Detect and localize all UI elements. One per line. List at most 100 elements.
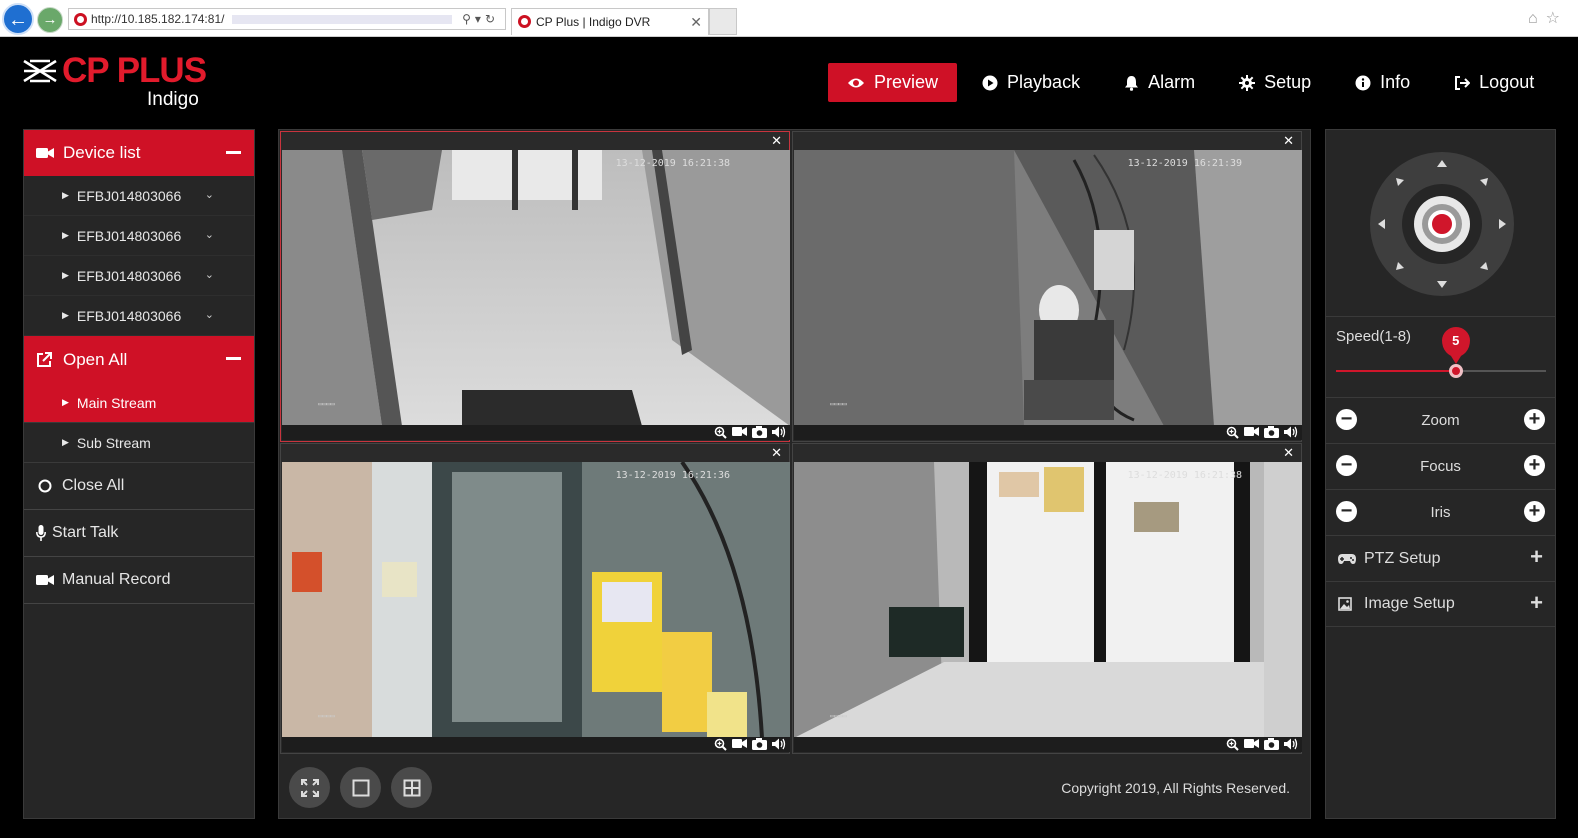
expand-plus-icon[interactable]: + xyxy=(1530,544,1543,570)
audio-icon[interactable] xyxy=(1284,426,1298,438)
ptz-joystick[interactable] xyxy=(1368,150,1516,298)
cell-toolbar xyxy=(794,425,1302,440)
camera-feed[interactable]: 13-12-2019 16:21:38 ▭▭▭▭ xyxy=(794,462,1302,738)
bell-icon xyxy=(1124,75,1139,91)
iris-label: Iris xyxy=(1430,504,1451,521)
video-cell[interactable]: ✕ 13-12-2019 16:21:38 ▭▭▭▭ xyxy=(792,443,1302,754)
main-stream-label: Main Stream xyxy=(76,394,157,411)
address-tools-icon[interactable]: ⚲▾↻ xyxy=(462,9,499,29)
caret-right-icon: ▶ xyxy=(62,270,69,280)
zoom-icon[interactable] xyxy=(1226,738,1239,751)
microphone-icon xyxy=(36,525,46,541)
focus-plus-button[interactable]: + xyxy=(1524,455,1545,476)
nav-setup-label: Setup xyxy=(1264,72,1312,92)
nav-logout[interactable]: Logout xyxy=(1435,63,1553,102)
video-camera-icon xyxy=(36,574,54,586)
quad-layout-button[interactable] xyxy=(391,767,432,808)
speed-label: Speed(1-8) xyxy=(1336,328,1412,345)
video-cell[interactable]: ✕ 13-12-2019 16:21:36 ▭▭▭▭ xyxy=(280,443,790,754)
snapshot-icon[interactable] xyxy=(752,738,767,750)
cell-toolbar xyxy=(282,737,790,752)
speed-value-bubble: 5 xyxy=(1441,327,1470,364)
record-icon[interactable] xyxy=(1244,426,1259,437)
nav-preview[interactable]: Preview xyxy=(828,63,958,102)
manual-record-button[interactable]: Manual Record xyxy=(24,557,254,604)
audio-icon[interactable] xyxy=(1284,738,1298,750)
caret-right-icon: ▶ xyxy=(62,230,69,240)
ptz-setup-label: PTZ Setup xyxy=(1364,549,1441,567)
camera-feed[interactable]: 13-12-2019 16:21:39 ▭▭▭▭ xyxy=(794,150,1302,426)
zoom-in-button[interactable]: + xyxy=(1524,409,1545,430)
audio-icon[interactable] xyxy=(772,738,786,750)
record-icon[interactable] xyxy=(732,738,747,749)
device-item[interactable]: ▶ EFBJ014803066 ⌄ xyxy=(24,296,254,336)
sub-stream-option[interactable]: ▶ Sub Stream xyxy=(24,423,254,463)
nav-info[interactable]: Info xyxy=(1336,63,1429,102)
browser-tab[interactable]: CP Plus | Indigo DVR ✕ xyxy=(511,8,709,35)
zoom-icon[interactable] xyxy=(1226,426,1239,439)
chevron-down-icon[interactable]: ⌄ xyxy=(205,188,214,201)
browser-toolbar-icons[interactable]: ⌂☆ xyxy=(1528,8,1568,28)
close-icon[interactable]: ✕ xyxy=(771,133,782,149)
camera-feed[interactable]: 13-12-2019 16:21:36 ▭▭▭▭ xyxy=(282,462,790,738)
record-icon[interactable] xyxy=(732,426,747,437)
nav-info-label: Info xyxy=(1380,72,1411,92)
nav-playback[interactable]: Playback xyxy=(963,63,1099,102)
iris-plus-button[interactable]: + xyxy=(1524,501,1545,522)
logo-mark-icon xyxy=(23,59,57,83)
snapshot-icon[interactable] xyxy=(1264,738,1279,750)
close-icon[interactable]: ✕ xyxy=(1283,133,1294,149)
new-tab-button[interactable] xyxy=(709,8,737,35)
open-all-header[interactable]: Open All xyxy=(24,336,254,383)
back-button[interactable]: ← xyxy=(2,3,34,35)
device-label: EFBJ014803066 xyxy=(76,187,182,204)
quad-window-icon xyxy=(403,779,420,796)
nav-preview-label: Preview xyxy=(874,72,939,92)
main-stream-option[interactable]: ▶ Main Stream xyxy=(24,383,254,423)
chevron-down-icon[interactable]: ⌄ xyxy=(205,308,214,321)
record-icon[interactable] xyxy=(1244,738,1259,749)
speed-slider-knob[interactable] xyxy=(1448,364,1463,378)
nav-alarm[interactable]: Alarm xyxy=(1105,63,1214,102)
single-layout-button[interactable] xyxy=(340,767,381,808)
snapshot-icon[interactable] xyxy=(1264,426,1279,438)
device-item[interactable]: ▶ EFBJ014803066 ⌄ xyxy=(24,176,254,216)
camera-feed[interactable]: 13-12-2019 16:21:38 ▭▭▭▭ xyxy=(282,150,790,426)
close-icon[interactable]: ✕ xyxy=(771,445,782,461)
zoom-label: Zoom xyxy=(1421,412,1460,429)
caret-right-icon: ▶ xyxy=(62,437,69,447)
audio-icon[interactable] xyxy=(772,426,786,438)
iris-control: − Iris + xyxy=(1326,489,1555,535)
copyright-text: Copyright 2019, All Rights Reserved. xyxy=(1061,780,1290,796)
zoom-icon[interactable] xyxy=(714,738,727,751)
device-item[interactable]: ▶ EFBJ014803066 ⌄ xyxy=(24,256,254,296)
chevron-down-icon[interactable]: ⌄ xyxy=(205,268,214,281)
timestamp-overlay: 13-12-2019 16:21:36 xyxy=(615,470,730,481)
zoom-icon[interactable] xyxy=(714,426,727,439)
collapse-icon[interactable] xyxy=(226,151,241,154)
fullscreen-button[interactable] xyxy=(289,767,330,808)
image-setup-row[interactable]: Image Setup + xyxy=(1326,581,1555,627)
close-all-button[interactable]: Close All xyxy=(24,463,254,510)
ptz-setup-row[interactable]: PTZ Setup + xyxy=(1326,535,1555,581)
device-item[interactable]: ▶ EFBJ014803066 ⌄ xyxy=(24,216,254,256)
expand-plus-icon[interactable]: + xyxy=(1530,590,1543,616)
timestamp-overlay: 13-12-2019 16:21:38 xyxy=(1127,470,1242,481)
snapshot-icon[interactable] xyxy=(752,426,767,438)
speed-slider[interactable]: 5 xyxy=(1336,327,1546,378)
image-setup-label: Image Setup xyxy=(1364,595,1455,612)
nav-setup[interactable]: Setup xyxy=(1220,63,1330,102)
address-bar[interactable]: http://10.185.182.174:81/ ⚲▾↻ xyxy=(68,8,506,30)
collapse-icon[interactable] xyxy=(226,357,241,360)
focus-control: − Focus + xyxy=(1326,443,1555,489)
close-icon[interactable]: ✕ xyxy=(1283,445,1294,461)
forward-button[interactable]: → xyxy=(37,7,63,33)
video-cell[interactable]: ✕ 13-12-2019 16:21:38 ▭▭▭▭ xyxy=(280,131,790,442)
tab-close-icon[interactable]: ✕ xyxy=(690,9,702,35)
video-cell[interactable]: ✕ 13-12-2019 16:21:39 ▭▭▭▭ xyxy=(792,131,1302,442)
caret-right-icon: ▶ xyxy=(62,397,69,407)
eye-icon xyxy=(847,77,865,89)
device-list-header[interactable]: Device list xyxy=(24,130,254,176)
start-talk-button[interactable]: Start Talk xyxy=(24,510,254,557)
chevron-down-icon[interactable]: ⌄ xyxy=(205,228,214,241)
